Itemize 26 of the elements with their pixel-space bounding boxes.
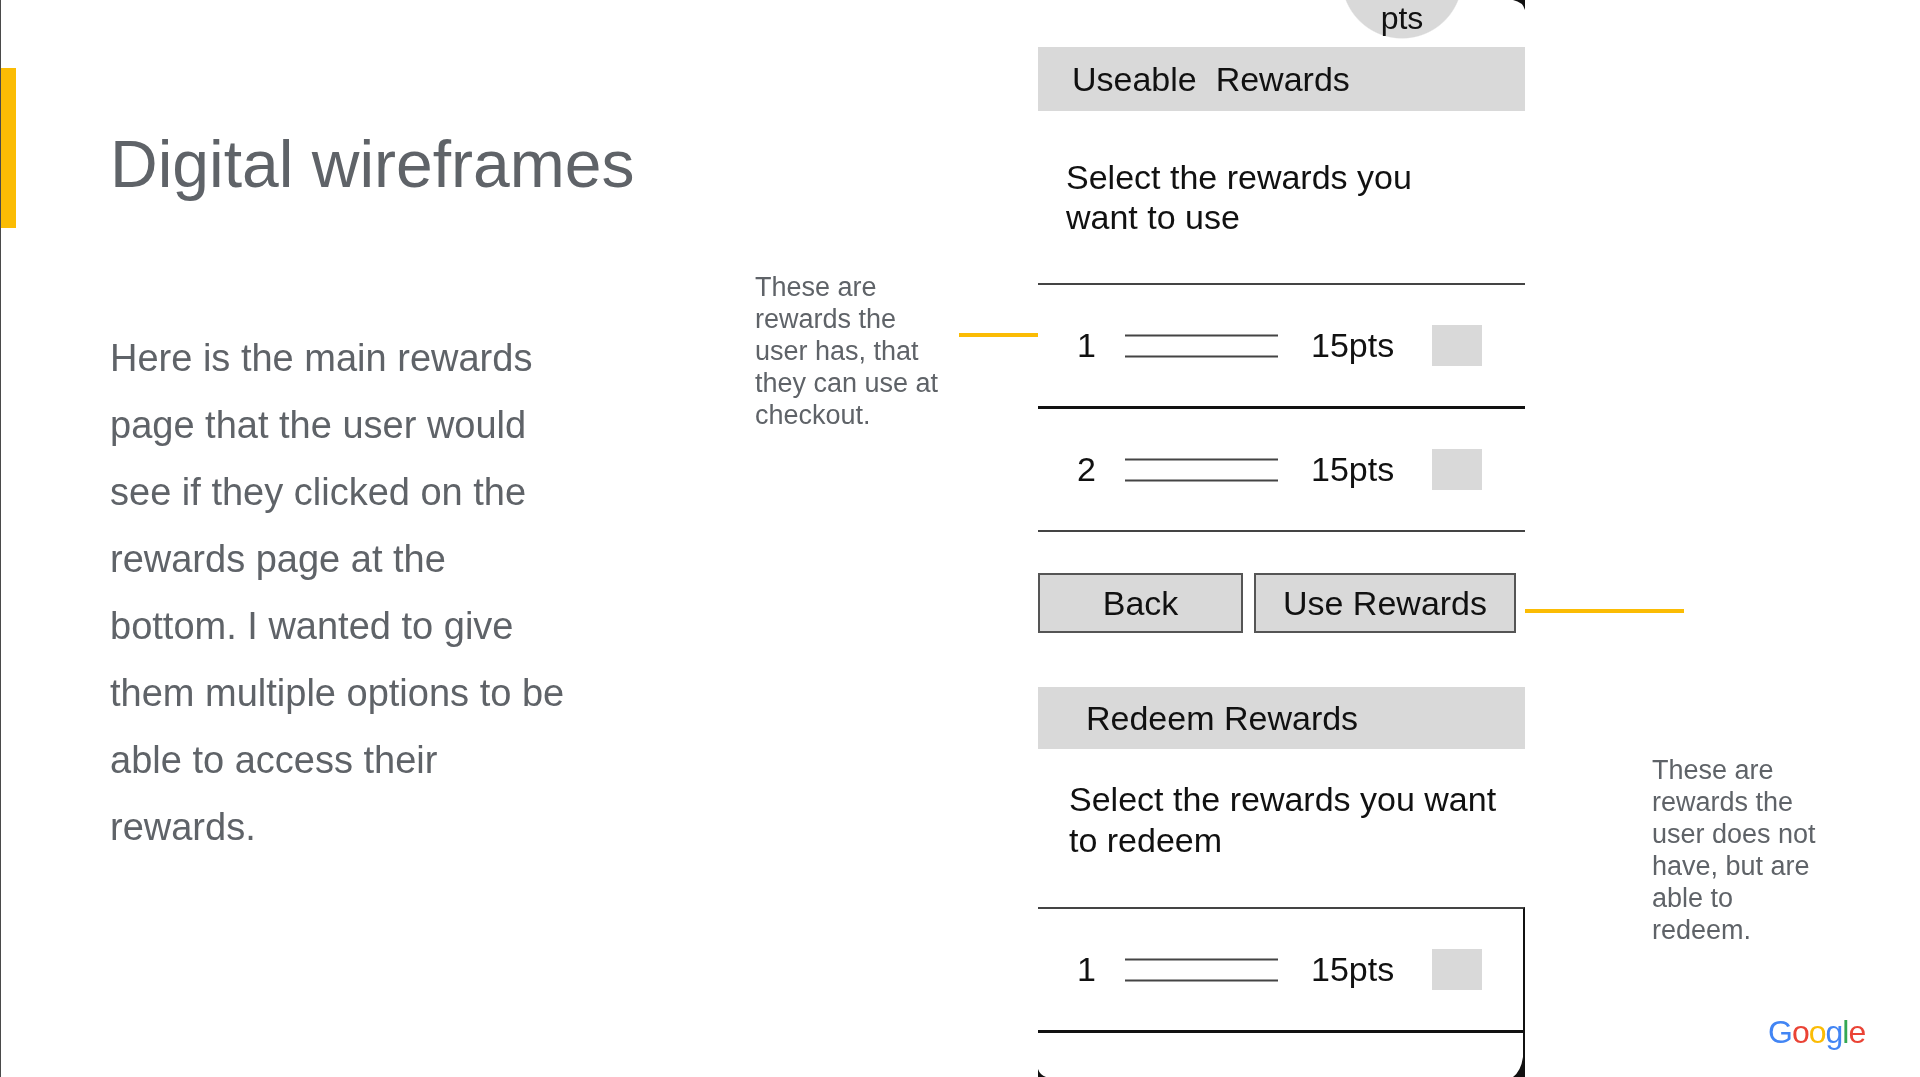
body-text: Here is the main rewards page that the user would see if they clicked on the rewards page at the bottom. I wanted to give them multiple options to be able to access their rewards.: [110, 336, 566, 850]
section-header: Useable Rewards: [1038, 47, 1525, 111]
points-text: 15pts: [1311, 949, 1395, 990]
two-lines-icon: [1125, 333, 1278, 358]
annotation-text: These are rewards the user does not have, but are able to redeem.: [1652, 754, 1817, 946]
points-text: 15pts: [1311, 325, 1395, 366]
section-description: Select the rewards you want to use: [1066, 157, 1413, 237]
brand-logo: Google: [1768, 1016, 1866, 1048]
checkbox[interactable]: [1432, 449, 1483, 490]
wireframe-button[interactable]: Use Rewards: [1254, 573, 1516, 633]
annotation-text: These are rewards the user has, that they can use at checkout.: [755, 271, 940, 431]
row-number: 1: [1077, 325, 1097, 366]
checkbox[interactable]: [1432, 325, 1483, 366]
frame-corner-icon: [1513, 0, 1525, 10]
points-label: pts: [1380, 2, 1424, 34]
row-number: 1: [1077, 949, 1097, 990]
frame-corner-icon: [1038, 1069, 1046, 1077]
section-description: Select the rewards you want to redeem: [1069, 779, 1498, 861]
points-text: 15pts: [1311, 449, 1395, 490]
two-lines-icon: [1125, 457, 1278, 482]
section-header: Redeem Rewards: [1038, 687, 1525, 749]
checkbox[interactable]: [1432, 949, 1483, 990]
row-number: 2: [1077, 449, 1097, 490]
slide-title: Digital wireframes: [110, 126, 635, 203]
wireframe-button[interactable]: Back: [1038, 573, 1243, 633]
two-lines-icon: [1125, 957, 1278, 982]
